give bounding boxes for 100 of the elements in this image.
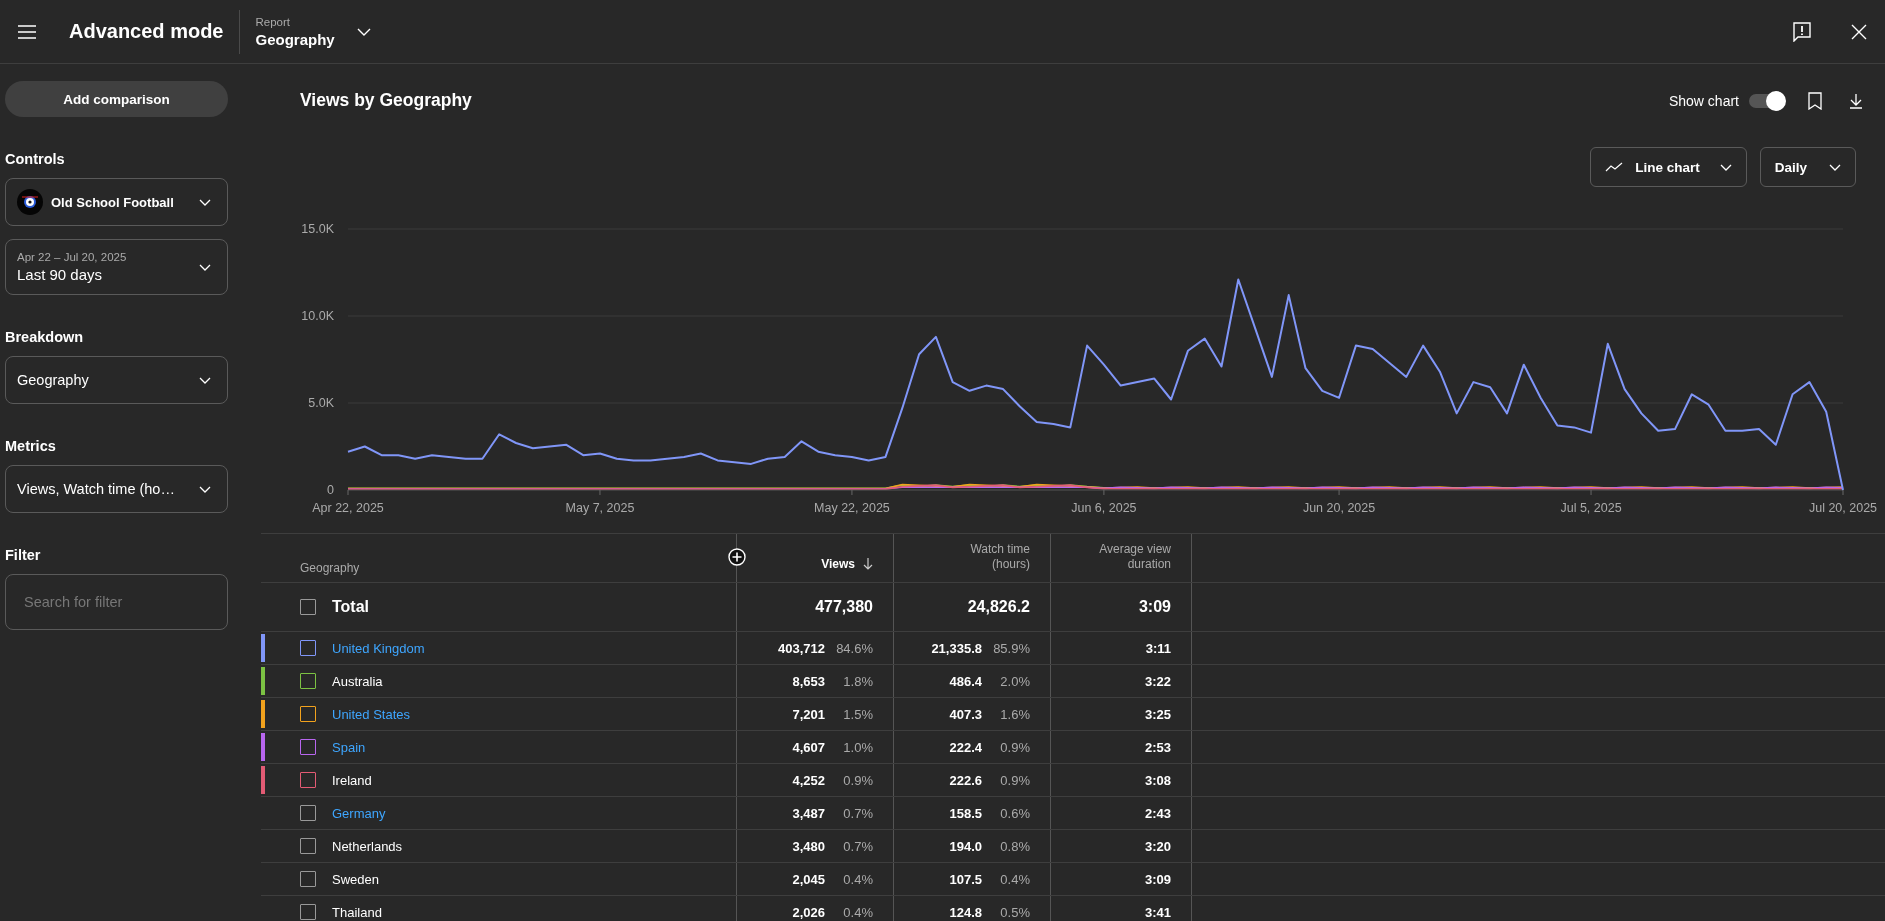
percentage-cell-text: 1.8% [842, 673, 873, 689]
total-label: Total [332, 598, 370, 616]
percentage-cell-text: 0.7% [842, 805, 873, 821]
table-cell: 2:43 [1144, 805, 1171, 821]
table-cell: 124.8 [949, 904, 982, 920]
table-cell: 3,480 [792, 838, 825, 854]
table-cell: 107.5 [949, 871, 982, 887]
table-cell: 486.4 [949, 673, 982, 689]
line-chart-icon [1605, 162, 1624, 172]
channel-dropdown[interactable]: Old School Football [5, 178, 228, 226]
percentage-cell-text: 0.9% [999, 772, 1030, 788]
table-cell: 3:11 [1145, 640, 1171, 656]
table-cell: 477,380 [815, 598, 873, 616]
column-header[interactable]: Geography [300, 561, 360, 575]
metrics-dropdown[interactable]: Views, Watch time (ho… [5, 465, 228, 513]
x-axis-label: Jul 5, 2025 [1560, 501, 1622, 515]
country-link[interactable]: Spain [332, 739, 366, 755]
table-cell: 403,712 [778, 640, 825, 656]
feedback-icon[interactable] [1793, 21, 1811, 42]
close-icon[interactable] [1851, 23, 1867, 40]
country-link[interactable]: United Kingdom [332, 640, 425, 656]
section-heading: Filter [5, 547, 42, 563]
checkbox[interactable] [300, 599, 316, 615]
checkbox[interactable] [300, 838, 316, 854]
checkbox[interactable] [300, 871, 316, 887]
table-cell: 222.4 [949, 739, 982, 755]
table-cell: 3,487 [792, 805, 825, 821]
sort-down-icon[interactable] [863, 558, 873, 570]
table-cell: 4,607 [792, 739, 825, 755]
percentage-cell-text: 0.4% [999, 871, 1030, 887]
table-cell: 21,335.8 [931, 640, 982, 656]
ball-logo-icon [17, 189, 43, 215]
section-heading: Metrics [5, 438, 57, 454]
percentage-cell-text: 84.6% [835, 640, 873, 656]
table-cell: 3:22 [1144, 673, 1171, 689]
interval-dropdown[interactable]: Daily [1759, 147, 1856, 187]
table-cell: 3:09 [1138, 598, 1171, 616]
add-comparison-button[interactable]: Add comparison [5, 81, 228, 117]
country-name: Sweden [332, 871, 379, 887]
chevron-down-icon [199, 376, 211, 384]
percentage-cell-text: 0.9% [842, 772, 873, 788]
checkbox[interactable] [300, 805, 316, 821]
bookmark-icon[interactable] [1808, 91, 1822, 110]
x-axis-label: Jun 20, 2025 [1302, 501, 1376, 515]
table-cell: 24,826.2 [967, 598, 1030, 616]
percentage-cell-text: 0.9% [999, 739, 1030, 755]
table-cell: 222.6 [949, 772, 982, 788]
checkbox[interactable] [300, 706, 316, 722]
chevron-down-icon[interactable] [356, 27, 371, 36]
table-cell: 3:25 [1144, 706, 1171, 722]
y-axis-label: 15.0K [301, 222, 334, 236]
table-cell: 2,026 [792, 904, 825, 920]
x-axis-label: May 22, 2025 [814, 501, 890, 515]
percentage-cell-text: 1.0% [842, 739, 873, 755]
country-name: Netherlands [332, 838, 403, 854]
table-cell: 3:08 [1144, 772, 1171, 788]
report-dropdown[interactable]: Report Geography [255, 15, 335, 48]
table-cell: 8,653 [792, 673, 825, 689]
download-icon[interactable] [1849, 92, 1863, 109]
chevron-down-icon [1719, 163, 1732, 171]
table-cell: 2:53 [1144, 739, 1171, 755]
show-chart-label: Show chart [1668, 92, 1739, 109]
column-header[interactable]: Watch time (hours) [944, 542, 1030, 572]
country-link[interactable]: United States [332, 706, 411, 722]
menu-icon[interactable] [18, 24, 36, 39]
country-name: Ireland [332, 772, 372, 788]
chart-type-dropdown[interactable]: Line chart [1590, 147, 1747, 187]
checkbox[interactable] [300, 673, 316, 689]
country-link[interactable]: Germany [332, 805, 386, 821]
x-axis-label: Jun 6, 2025 [1071, 501, 1137, 515]
checkbox[interactable] [300, 739, 316, 755]
date-range-dropdown[interactable]: Apr 22 – Jul 20, 2025 Last 90 days [5, 239, 228, 295]
column-header[interactable]: Views [821, 557, 855, 572]
add-column-icon[interactable] [728, 548, 746, 566]
chevron-down-icon [199, 198, 211, 206]
y-axis-label: 5.0K [308, 396, 334, 410]
y-axis-label: 10.0K [301, 309, 334, 323]
y-axis-label: 0 [327, 483, 334, 497]
x-axis-label: Jul 20, 2025 [1808, 501, 1878, 515]
section-heading: Breakdown [5, 329, 85, 345]
percentage-cell-text: 0.7% [842, 838, 873, 854]
checkbox[interactable] [300, 772, 316, 788]
percentage-cell-text: 0.4% [842, 871, 873, 887]
table-cell: 194.0 [949, 838, 982, 854]
percentage-cell-text: 2.0% [999, 673, 1030, 689]
section-heading: Controls [5, 151, 66, 167]
percentage-cell-text: 85.9% [992, 640, 1030, 656]
chevron-down-icon [199, 263, 211, 271]
show-chart-toggle[interactable] [1749, 93, 1783, 108]
column-header[interactable]: Average view duration [1085, 542, 1171, 572]
country-name: Thailand [332, 904, 382, 920]
filter-search-field[interactable]: Search for filter [5, 574, 228, 630]
checkbox[interactable] [300, 904, 316, 920]
chevron-down-icon [199, 485, 211, 493]
breakdown-dropdown[interactable]: Geography [5, 356, 228, 404]
percentage-cell-text: 0.6% [999, 805, 1030, 821]
table-cell: 3:20 [1144, 838, 1171, 854]
chart-title: Views by Geography [300, 90, 472, 111]
checkbox[interactable] [300, 640, 316, 656]
table-cell: 3:41 [1144, 904, 1171, 920]
